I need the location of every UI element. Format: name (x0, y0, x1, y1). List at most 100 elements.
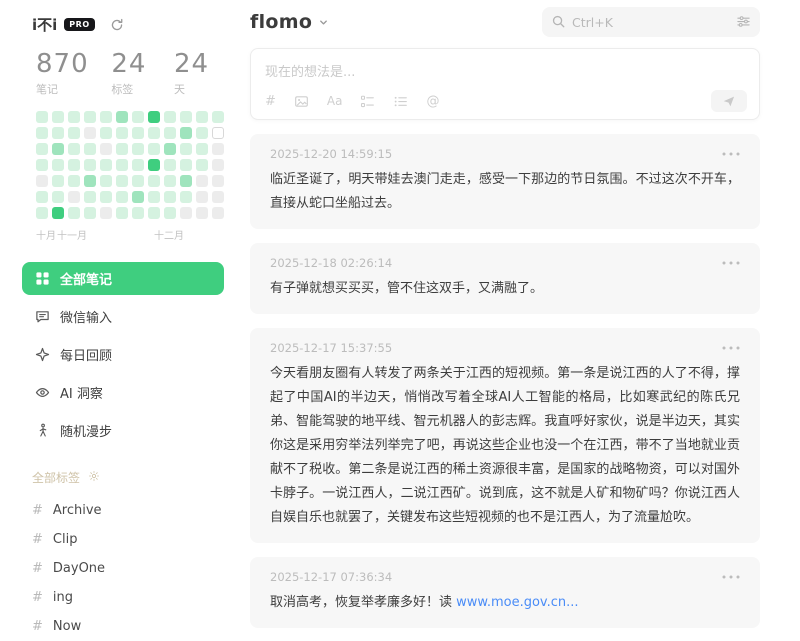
refresh-icon[interactable] (110, 18, 124, 32)
heatmap-cell[interactable] (212, 191, 224, 203)
heatmap-cell[interactable] (180, 207, 192, 219)
heatmap-cell[interactable] (36, 111, 48, 123)
heatmap-cell[interactable] (132, 207, 144, 219)
heatmap-cell[interactable] (36, 143, 48, 155)
heatmap-cell[interactable] (100, 207, 112, 219)
heatmap-cell[interactable] (196, 127, 208, 139)
heatmap-cell[interactable] (68, 207, 80, 219)
heatmap-cell[interactable] (116, 127, 128, 139)
heatmap-cell[interactable] (84, 111, 96, 123)
heatmap-cell[interactable] (36, 127, 48, 139)
send-button[interactable] (711, 90, 747, 112)
heatmap-cell[interactable] (68, 143, 80, 155)
heatmap-cell[interactable] (52, 175, 64, 187)
heatmap-cell[interactable] (148, 191, 160, 203)
heatmap-cell[interactable] (52, 111, 64, 123)
sidebar-item-all-notes[interactable]: 全部笔记 (22, 262, 224, 295)
sidebar-item-ai-insight[interactable]: AI 洞察 (22, 376, 224, 409)
heatmap-cell[interactable] (132, 127, 144, 139)
heatmap-cell[interactable] (132, 175, 144, 187)
heatmap-cell[interactable] (164, 207, 176, 219)
mention-icon[interactable]: @ (426, 95, 439, 108)
heatmap-cell[interactable] (132, 159, 144, 171)
sidebar-item-random-walk[interactable]: 随机漫步 (22, 414, 224, 447)
heatmap-cell[interactable] (132, 191, 144, 203)
sidebar-tag-archive[interactable]: # Archive (32, 496, 236, 525)
heatmap-cell[interactable] (132, 143, 144, 155)
heatmap-cell[interactable] (148, 127, 160, 139)
heatmap-cell[interactable] (116, 191, 128, 203)
heatmap-cell[interactable] (100, 111, 112, 123)
heatmap-cell[interactable] (84, 191, 96, 203)
heatmap-cell[interactable] (116, 159, 128, 171)
search-box[interactable] (542, 7, 760, 37)
user-name[interactable]: i不i (32, 14, 57, 35)
filter-tune-icon[interactable] (736, 14, 751, 29)
heatmap-cell[interactable] (196, 143, 208, 155)
heatmap-cell[interactable] (212, 127, 224, 139)
heatmap-cell[interactable] (196, 159, 208, 171)
heatmap-cell[interactable] (68, 175, 80, 187)
hash-icon[interactable]: # (265, 95, 276, 108)
heatmap-cell[interactable] (180, 111, 192, 123)
heatmap-cell[interactable] (68, 127, 80, 139)
heatmap-cell[interactable] (164, 175, 176, 187)
heatmap-cell[interactable] (196, 111, 208, 123)
heatmap-cell[interactable] (164, 191, 176, 203)
heatmap-cell[interactable] (84, 143, 96, 155)
sidebar-item-wechat-input[interactable]: 微信输入 (22, 300, 224, 333)
heatmap-cell[interactable] (36, 191, 48, 203)
heatmap-cell[interactable] (212, 175, 224, 187)
heatmap-cell[interactable] (100, 191, 112, 203)
heatmap-cell[interactable] (212, 143, 224, 155)
sidebar-tag-now[interactable]: # Now (32, 612, 236, 641)
heatmap-cell[interactable] (52, 207, 64, 219)
heatmap-cell[interactable] (100, 159, 112, 171)
heatmap-cell[interactable] (148, 207, 160, 219)
heatmap-cell[interactable] (180, 127, 192, 139)
checklist-icon[interactable] (360, 94, 375, 109)
search-input[interactable] (572, 15, 730, 30)
bullet-list-icon[interactable] (393, 94, 408, 109)
logo[interactable]: flomo (250, 11, 329, 33)
memo-link[interactable]: www.moe.gov.cn... (456, 595, 578, 610)
heatmap-cell[interactable] (148, 111, 160, 123)
heatmap-cell[interactable] (196, 191, 208, 203)
heatmap-cell[interactable] (100, 175, 112, 187)
heatmap-cell[interactable] (68, 111, 80, 123)
heatmap-cell[interactable] (100, 127, 112, 139)
heatmap-cell[interactable] (84, 175, 96, 187)
heatmap-cell[interactable] (180, 175, 192, 187)
heatmap-cell[interactable] (84, 159, 96, 171)
more-icon[interactable] (722, 149, 740, 159)
heatmap-cell[interactable] (116, 111, 128, 123)
heatmap-cell[interactable] (36, 159, 48, 171)
sidebar-tag-clip[interactable]: # Clip (32, 525, 236, 554)
heatmap-cell[interactable] (212, 159, 224, 171)
heatmap-cell[interactable] (196, 207, 208, 219)
heatmap-cell[interactable] (164, 143, 176, 155)
heatmap-cell[interactable] (148, 159, 160, 171)
heatmap-cell[interactable] (164, 127, 176, 139)
sidebar-item-daily-review[interactable]: 每日回顾 (22, 338, 224, 371)
heatmap-cell[interactable] (84, 207, 96, 219)
heatmap-cell[interactable] (100, 143, 112, 155)
editor-card[interactable]: 现在的想法是... # Aa @ (250, 48, 760, 120)
heatmap-cell[interactable] (68, 159, 80, 171)
heatmap-cell[interactable] (132, 111, 144, 123)
heatmap-cell[interactable] (52, 191, 64, 203)
pro-badge[interactable]: PRO (64, 18, 94, 31)
heatmap-cell[interactable] (36, 207, 48, 219)
heatmap-cell[interactable] (52, 159, 64, 171)
heatmap-cell[interactable] (52, 127, 64, 139)
heatmap-cell[interactable] (148, 175, 160, 187)
heatmap-cell[interactable] (84, 127, 96, 139)
heatmap-cell[interactable] (116, 143, 128, 155)
sidebar-tag-ing[interactable]: # ing (32, 583, 236, 612)
more-icon[interactable] (722, 258, 740, 268)
heatmap-cell[interactable] (196, 175, 208, 187)
heatmap-cell[interactable] (148, 143, 160, 155)
heatmap-cell[interactable] (36, 175, 48, 187)
sidebar-tag-dayone[interactable]: # DayOne (32, 554, 236, 583)
heatmap-cell[interactable] (180, 143, 192, 155)
